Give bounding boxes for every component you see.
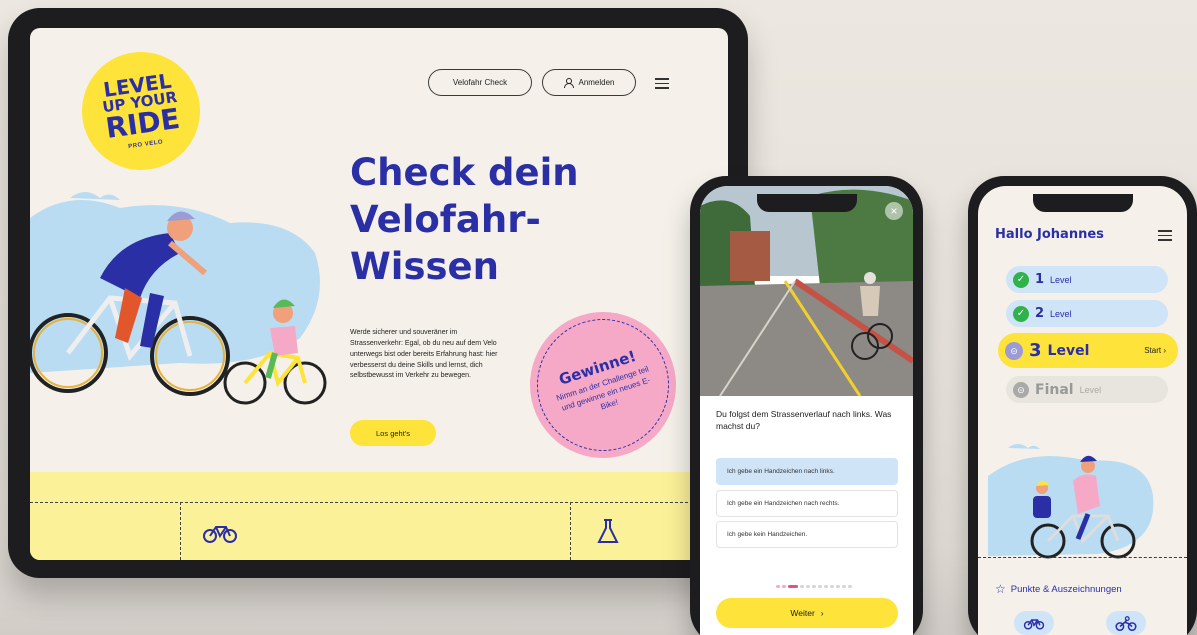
user-icon [563,77,575,88]
hero-title: Check dein Velofahr- Wissen [350,150,680,291]
progress-dot [776,585,780,588]
tab-cyclist[interactable] [1106,611,1146,635]
progress-dot [800,585,804,588]
parent-child-cyclist-illustration [988,444,1154,559]
progress-dot [848,585,852,588]
levels-screen: Hallo Johannes ✓ 1 Level ✓ 2 Level ⊝ 3 L… [978,186,1187,635]
progress-dot [842,585,846,588]
tablet-device: LEVEL UP YOUR RIDE PRO VELO Velofahr Che… [8,8,748,578]
quiz-question: Du folgst dem Strassenverlauf nach links… [716,409,892,432]
footer-divider [30,502,728,503]
quiz-screen: × Du folgst dem Strassenverlauf nach lin… [700,186,913,635]
close-icon[interactable]: × [885,202,903,220]
bike-icon[interactable] [202,522,238,544]
hero-title-line-1: Check dein [350,151,579,194]
cyclists-illustration [30,192,327,405]
bike-icon [1023,618,1045,630]
level-item-1[interactable]: ✓ 1 Level [1006,266,1168,293]
prize-badge[interactable]: Gewinne! Nimm an der Challenge teil und … [511,293,695,477]
progress-dot [824,585,828,588]
tab-bike[interactable] [1014,611,1054,635]
start-level-label: Start [1144,346,1162,355]
level-item-2[interactable]: ✓ 2 Level [1006,300,1168,327]
badge-title: Gewinne! [556,347,639,390]
level-number: 1 [1035,272,1045,287]
logo-line-3: RIDE [103,101,182,145]
level-number: 2 [1035,306,1045,321]
progress-dot [782,585,786,588]
menu-icon[interactable] [655,78,669,89]
level-number: Final [1035,381,1074,398]
lock-icon: ⊝ [1013,381,1029,398]
start-level-button[interactable]: Start › [1144,346,1166,355]
level-word: Level [1079,384,1102,395]
tablet-footer [30,472,728,560]
level-word: Level [1050,274,1072,285]
chevron-right-icon: › [820,608,824,618]
section-divider [978,557,1187,558]
quiz-phone: × Du folgst dem Strassenverlauf nach lin… [690,176,923,635]
check-icon: ✓ [1013,305,1029,322]
points-label: Punkte & Auszeichnungen [1010,583,1122,595]
next-button[interactable]: Weiter › [716,598,898,628]
street-photo [700,186,913,396]
tablet-screen: LEVEL UP YOUR RIDE PRO VELO Velofahr Che… [30,28,728,560]
points-awards-link[interactable]: ☆ Punkte & Auszeichnungen [995,582,1122,596]
start-button[interactable]: Los geht's [350,420,436,446]
velofahr-check-button[interactable]: Velofahr Check [428,69,532,96]
answer-option[interactable]: Ich gebe ein Handzeichen nach rechts. [716,490,898,517]
level-item-3[interactable]: ⊝ 3 Level Start › [998,333,1178,368]
progress-dot [812,585,816,588]
progress-dot [818,585,822,588]
footer-divider-vertical [180,502,181,560]
badge-text: Nimm an der Challenge teil und gewinne e… [555,364,652,413]
star-icon: ☆ [995,582,1006,596]
level-up-logo[interactable]: LEVEL UP YOUR RIDE PRO VELO [74,44,208,178]
phone-notch [1032,194,1133,212]
phone-notch [756,194,857,212]
greeting-title: Hallo Johannes [995,227,1104,242]
hero-title-line-2: Velofahr- [350,197,541,241]
hero-description: Werde sicherer und souveräner im Strasse… [350,329,498,380]
hero-title-line-3: Wissen [350,244,499,288]
next-button-label: Weiter [790,608,815,618]
progress-dot [806,585,810,588]
answer-option[interactable]: Ich gebe ein Handzeichen nach links. [716,458,898,485]
cyclist-icon [1115,615,1137,631]
flask-icon[interactable] [596,518,620,546]
velofahr-check-label: Velofahr Check [452,78,508,87]
progress-dot [830,585,834,588]
progress-dot [788,585,798,588]
login-button[interactable]: Anmelden [542,69,636,96]
check-icon: ✓ [1013,271,1029,288]
quiz-progress-indicator [776,585,852,588]
level-word: Level [1047,342,1090,359]
levels-phone: Hallo Johannes ✓ 1 Level ✓ 2 Level ⊝ 3 L… [968,176,1197,635]
progress-dot [836,585,840,588]
lock-icon: ⊝ [1005,341,1023,360]
menu-icon[interactable] [1158,230,1172,241]
login-label: Anmelden [578,78,615,87]
level-item-final[interactable]: ⊝ Final Level [1006,376,1168,403]
answer-option[interactable]: Ich gebe kein Handzeichen. [716,521,898,548]
footer-divider-vertical [570,502,571,560]
level-number: 3 [1029,340,1042,361]
level-word: Level [1050,308,1072,319]
